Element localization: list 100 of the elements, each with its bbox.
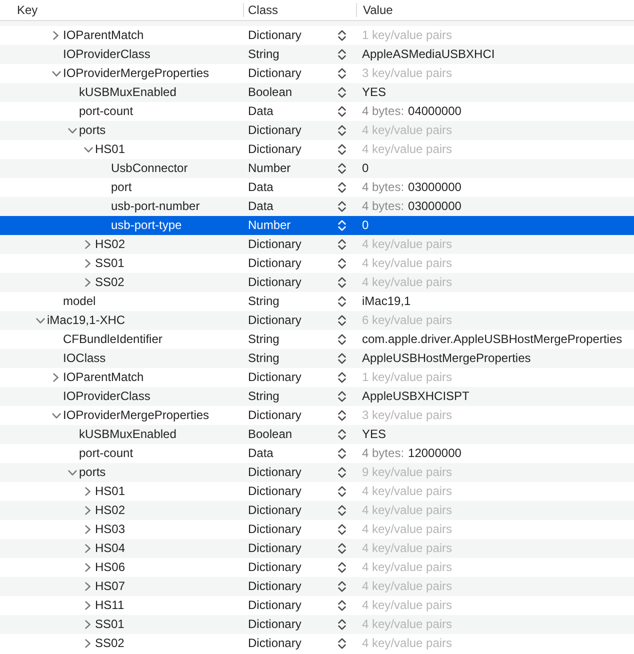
chevron-icon[interactable] [85,639,91,648]
up-down-chevron-icon[interactable] [338,220,346,231]
chevron-icon[interactable] [68,128,76,134]
tree-row[interactable]: HS04 Dictionary 4 key/value pairs [0,539,634,558]
up-down-chevron-icon[interactable] [338,600,346,611]
up-down-chevron-icon[interactable] [338,163,346,174]
key-label: HS02 [95,236,126,253]
up-down-chevron-icon[interactable] [338,467,346,478]
up-down-chevron-icon[interactable] [338,106,346,117]
tree-row[interactable]: IOProviderClass String AppleUSBXHCISPT [0,387,634,406]
tree-row[interactable]: usb-port-type Number 0 [0,216,634,235]
up-down-chevron-icon[interactable] [338,524,346,535]
tree-row[interactable]: SS02 Dictionary 4 key/value pairs [0,273,634,292]
tree-row[interactable]: kUSBMuxEnabled Boolean YES [0,425,634,444]
up-down-chevron-icon[interactable] [338,144,346,155]
tree-row[interactable]: UsbConnector Number 0 [0,159,634,178]
item-count-text: 6 key/value pairs [362,312,452,329]
up-down-chevron-icon[interactable] [338,258,346,269]
up-down-chevron-icon[interactable] [338,543,346,554]
item-count-text: 4 key/value pairs [362,616,452,633]
tree-row[interactable]: iMac19,1-XHC Dictionary 6 key/value pairs [0,311,634,330]
up-down-chevron-icon[interactable] [338,87,346,98]
value-text: 12000000 [408,445,462,462]
tree-row[interactable]: IOProviderClass String AppleASMediaUSBXHCI [0,45,634,64]
column-header[interactable]: Class [244,2,356,18]
up-down-chevron-icon[interactable] [338,334,346,345]
key-label: HS04 [95,540,126,557]
tree-row[interactable]: HS02 Dictionary 4 key/value pairs [0,501,634,520]
column-header[interactable]: Key [0,2,243,18]
class-label: Dictionary [248,236,302,253]
chevron-icon[interactable] [84,146,92,152]
value-text: 03000000 [408,198,462,215]
chevron-icon[interactable] [85,259,91,268]
up-down-chevron-icon[interactable] [338,49,346,60]
up-down-chevron-icon[interactable] [338,372,346,383]
chevron-icon[interactable] [85,506,91,515]
up-down-chevron-icon[interactable] [338,277,346,288]
class-label: Dictionary [248,141,302,158]
up-down-chevron-icon[interactable] [338,448,346,459]
up-down-chevron-icon[interactable] [338,125,346,136]
up-down-chevron-icon[interactable] [338,315,346,326]
chevron-icon[interactable] [52,412,60,418]
key-label: IOProviderClass [63,46,150,63]
up-down-chevron-icon[interactable] [338,429,346,440]
up-down-chevron-icon[interactable] [338,296,346,307]
byte-count-label: 4 bytes: [362,198,404,215]
up-down-chevron-icon[interactable] [338,391,346,402]
chevron-icon[interactable] [53,31,59,40]
tree-row[interactable]: ports Dictionary 4 key/value pairs [0,121,634,140]
value-text: YES [362,426,386,443]
up-down-chevron-icon[interactable] [338,182,346,193]
tree-row[interactable]: IOClass String AppleUSBHostMergeProperties [0,349,634,368]
column-header[interactable]: Value [357,2,393,18]
up-down-chevron-icon[interactable] [338,201,346,212]
up-down-chevron-icon[interactable] [338,562,346,573]
up-down-chevron-icon[interactable] [338,581,346,592]
tree-row[interactable]: usb-port-number Data 4 bytes: 03000000 [0,197,634,216]
up-down-chevron-icon[interactable] [338,638,346,649]
key-label: SS01 [95,616,124,633]
up-down-chevron-icon[interactable] [338,68,346,79]
key-label: IOProviderClass [63,388,150,405]
up-down-chevron-icon[interactable] [338,486,346,497]
chevron-icon[interactable] [85,563,91,572]
tree-row[interactable]: HS07 Dictionary 4 key/value pairs [0,577,634,596]
up-down-chevron-icon[interactable] [338,505,346,516]
chevron-icon[interactable] [52,70,60,76]
chevron-icon[interactable] [36,318,44,324]
up-down-chevron-icon[interactable] [338,410,346,421]
chevron-icon[interactable] [85,601,91,610]
item-count-text: 4 key/value pairs [362,597,452,614]
chevron-icon[interactable] [85,525,91,534]
key-label: HS11 [95,597,124,614]
key-label: HS01 [95,141,126,158]
item-count-text: 4 key/value pairs [362,255,452,272]
class-label: Dictionary [248,483,302,500]
tree-row[interactable]: kUSBMuxEnabled Boolean YES [0,83,634,102]
tree-row[interactable]: ports Dictionary 9 key/value pairs [0,463,634,482]
key-label: kUSBMuxEnabled [79,426,176,443]
item-count-text: 1 key/value pairs [362,369,452,386]
chevron-icon[interactable] [85,620,91,629]
chevron-icon[interactable] [85,544,91,553]
tree-row[interactable]: SS01 Dictionary 4 key/value pairs [0,615,634,634]
class-label: Data [248,179,274,196]
class-label: Data [248,103,274,120]
up-down-chevron-icon[interactable] [338,353,346,364]
tree-row[interactable]: HS02 Dictionary 4 key/value pairs [0,235,634,254]
up-down-chevron-icon[interactable] [338,619,346,630]
chevron-icon[interactable] [85,240,91,249]
chevron-icon[interactable] [68,470,76,476]
key-label: HS07 [95,578,126,595]
class-label: String [248,350,280,367]
item-count-text: 4 key/value pairs [362,236,452,253]
up-down-chevron-icon[interactable] [338,30,346,41]
chevron-icon[interactable] [85,278,91,287]
up-down-chevron-icon[interactable] [338,239,346,250]
chevron-icon[interactable] [85,582,91,591]
chevron-icon[interactable] [85,487,91,496]
value-text: 0 [362,217,369,234]
class-label: Dictionary [248,407,302,424]
chevron-icon[interactable] [53,373,59,382]
